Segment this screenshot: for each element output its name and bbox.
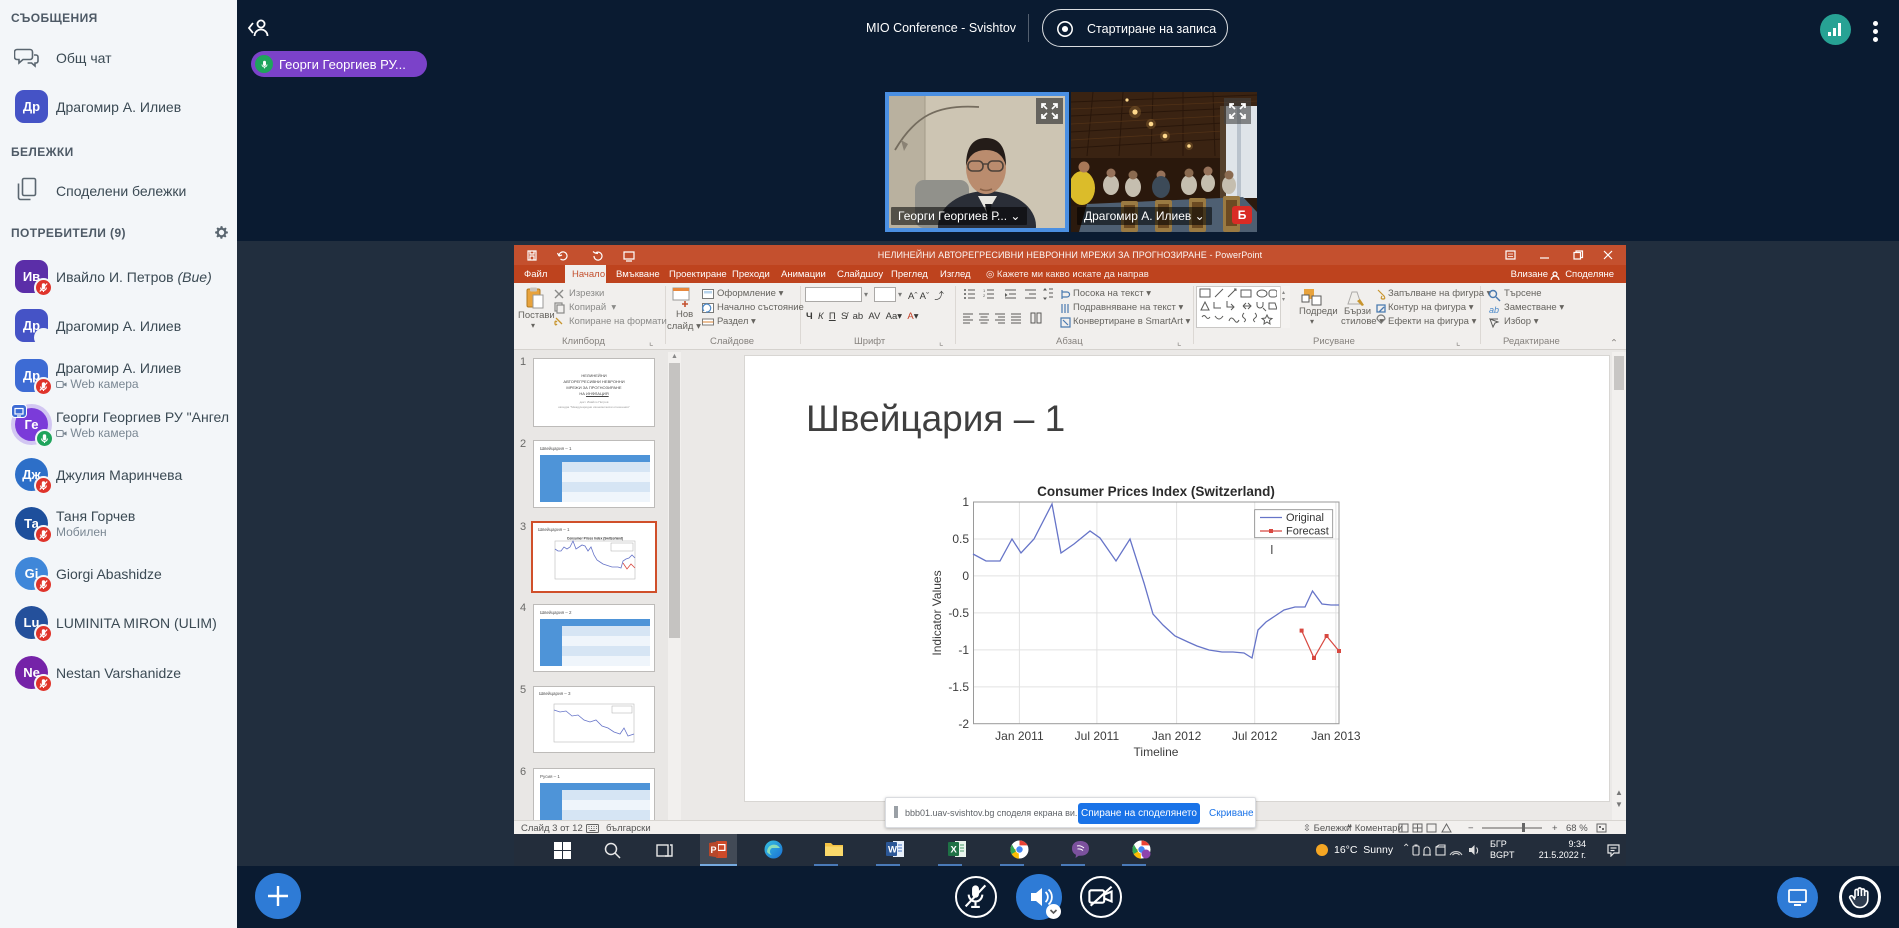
svg-text:Timeline: Timeline [1134,745,1179,759]
svg-text:-2: -2 [958,717,969,731]
svg-text:Jul 2012: Jul 2012 [1232,729,1278,743]
svg-text:Jan 2013: Jan 2013 [1311,729,1360,743]
svg-text:ab: ab [1489,305,1499,315]
svg-text:Forecast: Forecast [1286,526,1329,538]
svg-text:0.5: 0.5 [952,532,969,546]
svg-text:Consumer Prices Index (Switzer: Consumer Prices Index (Switzerland) [567,537,623,541]
svg-text:Original: Original [1286,512,1324,524]
svg-text:X: X [951,845,958,856]
svg-text:W: W [888,845,897,856]
svg-text:I: I [1270,542,1274,557]
svg-text:-1.5: -1.5 [948,680,969,694]
svg-text:Jan 2012: Jan 2012 [1152,729,1202,743]
svg-text:Consumer Prices Index (Switzer: Consumer Prices Index (Switzerland) [1037,484,1275,499]
svg-text:Indicator Values: Indicator Values [930,570,944,655]
svg-text:Jul 2011: Jul 2011 [1075,729,1120,743]
svg-text:1: 1 [962,495,969,509]
svg-text:2: 2 [983,293,986,298]
svg-text:P: P [711,845,717,855]
svg-text:-1: -1 [958,643,969,657]
svg-text:-0.5: -0.5 [948,606,969,620]
svg-text:Jan 2011: Jan 2011 [995,729,1044,743]
svg-text:0: 0 [962,569,969,583]
